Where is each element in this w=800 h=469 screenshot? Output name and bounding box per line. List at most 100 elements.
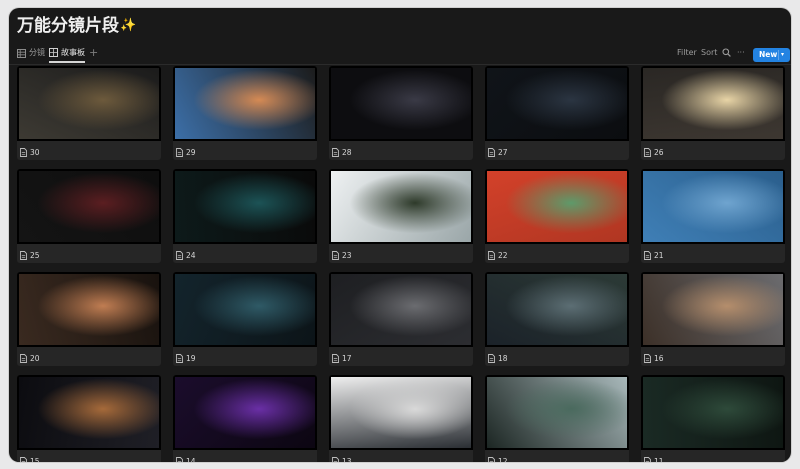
new-button-divider — [778, 50, 779, 60]
card-thumbnail — [17, 272, 161, 347]
page-icon — [176, 353, 183, 363]
thumbnail-image — [19, 274, 159, 345]
card-caption: 25 — [20, 249, 40, 261]
card-title: 21 — [654, 250, 664, 260]
card-thumbnail — [17, 169, 161, 244]
gallery-card[interactable]: 16 — [641, 272, 785, 366]
thumbnail-image — [487, 68, 627, 139]
thumbnail-image — [19, 171, 159, 242]
card-title: 12 — [498, 456, 508, 463]
page-icon — [176, 456, 183, 462]
page-icon — [644, 456, 651, 462]
card-caption: 24 — [176, 249, 196, 261]
filter-button[interactable]: Filter — [677, 44, 697, 62]
card-thumbnail — [329, 169, 473, 244]
thumbnail-image — [331, 68, 471, 139]
page-icon — [488, 250, 495, 260]
gallery-card[interactable]: 20 — [17, 272, 161, 366]
new-button[interactable]: New ▾ — [753, 48, 790, 62]
tab-table-view[interactable]: 分镜 — [17, 44, 45, 62]
gallery-card[interactable]: 13 — [329, 375, 473, 462]
search-button[interactable] — [722, 44, 731, 57]
gallery-card[interactable]: 24 — [173, 169, 317, 263]
page-icon — [20, 456, 27, 462]
thumbnail-image — [175, 171, 315, 242]
thumbnail-image — [487, 377, 627, 448]
card-thumbnail — [329, 66, 473, 141]
card-thumbnail — [485, 66, 629, 141]
card-title: 25 — [30, 250, 40, 260]
card-title: 28 — [342, 147, 352, 157]
card-thumbnail — [485, 169, 629, 244]
gallery-card[interactable]: 11 — [641, 375, 785, 462]
card-thumbnail — [329, 375, 473, 450]
chevron-down-icon[interactable]: ▾ — [781, 48, 784, 62]
gallery-card[interactable]: 27 — [485, 66, 629, 160]
card-caption: 15 — [20, 455, 40, 462]
thumbnail-image — [643, 274, 783, 345]
more-options-button[interactable]: ··· — [737, 44, 745, 62]
thumbnail-image — [175, 274, 315, 345]
thumbnail-image — [19, 68, 159, 139]
card-thumbnail — [641, 169, 785, 244]
page-icon — [488, 456, 495, 462]
card-caption: 11 — [644, 455, 664, 462]
page-icon — [488, 353, 495, 363]
new-button-label: New — [759, 50, 778, 59]
card-caption: 18 — [488, 352, 508, 364]
thumbnail-image — [487, 274, 627, 345]
card-caption: 14 — [176, 455, 196, 462]
tab-gallery-view[interactable]: 故事板 — [49, 44, 85, 63]
card-title: 24 — [186, 250, 196, 260]
card-thumbnail — [641, 66, 785, 141]
card-caption: 26 — [644, 146, 664, 158]
gallery-card[interactable]: 30 — [17, 66, 161, 160]
card-title: 19 — [186, 353, 196, 363]
card-thumbnail — [329, 272, 473, 347]
card-caption: 28 — [332, 146, 352, 158]
gallery-card[interactable]: 18 — [485, 272, 629, 366]
gallery-card[interactable]: 15 — [17, 375, 161, 462]
gallery-card[interactable]: 26 — [641, 66, 785, 160]
page-icon — [644, 147, 651, 157]
app-window: 万能分镜片段✨ 分镜 故事板 + Filter Sort ··· New ▾ 3… — [9, 8, 791, 462]
page-icon — [644, 353, 651, 363]
table-icon — [17, 48, 26, 58]
gallery-card[interactable]: 22 — [485, 169, 629, 263]
gallery-card[interactable]: 28 — [329, 66, 473, 160]
gallery-icon — [49, 48, 58, 57]
page-icon — [176, 250, 183, 260]
card-caption: 16 — [644, 352, 664, 364]
page-icon — [332, 250, 339, 260]
sparkles-icon: ✨ — [120, 18, 137, 33]
card-title: 22 — [498, 250, 508, 260]
card-title: 27 — [498, 147, 508, 157]
page-icon — [20, 147, 27, 157]
tab-label: 故事板 — [61, 47, 85, 57]
gallery-card[interactable]: 29 — [173, 66, 317, 160]
gallery-card[interactable]: 12 — [485, 375, 629, 462]
card-caption: 21 — [644, 249, 664, 261]
thumbnail-image — [175, 68, 315, 139]
card-caption: 17 — [332, 352, 352, 364]
card-title: 20 — [30, 353, 40, 363]
card-caption: 30 — [20, 146, 40, 158]
sort-button[interactable]: Sort — [701, 44, 717, 62]
page-icon — [332, 456, 339, 462]
tab-label: 分镜 — [29, 48, 45, 57]
card-caption: 22 — [488, 249, 508, 261]
add-view-button[interactable]: + — [89, 44, 98, 62]
gallery-card[interactable]: 21 — [641, 169, 785, 263]
view-bar: 分镜 故事板 + Filter Sort ··· New ▾ — [9, 42, 791, 65]
card-title: 26 — [654, 147, 664, 157]
gallery-card[interactable]: 14 — [173, 375, 317, 462]
gallery-card[interactable]: 25 — [17, 169, 161, 263]
page-icon — [176, 147, 183, 157]
gallery-card[interactable]: 17 — [329, 272, 473, 366]
thumbnail-image — [175, 377, 315, 448]
gallery-card[interactable]: 19 — [173, 272, 317, 366]
card-title: 16 — [654, 353, 664, 363]
gallery-card[interactable]: 23 — [329, 169, 473, 263]
page-title: 万能分镜片段✨ — [17, 14, 136, 38]
card-title: 13 — [342, 456, 352, 463]
